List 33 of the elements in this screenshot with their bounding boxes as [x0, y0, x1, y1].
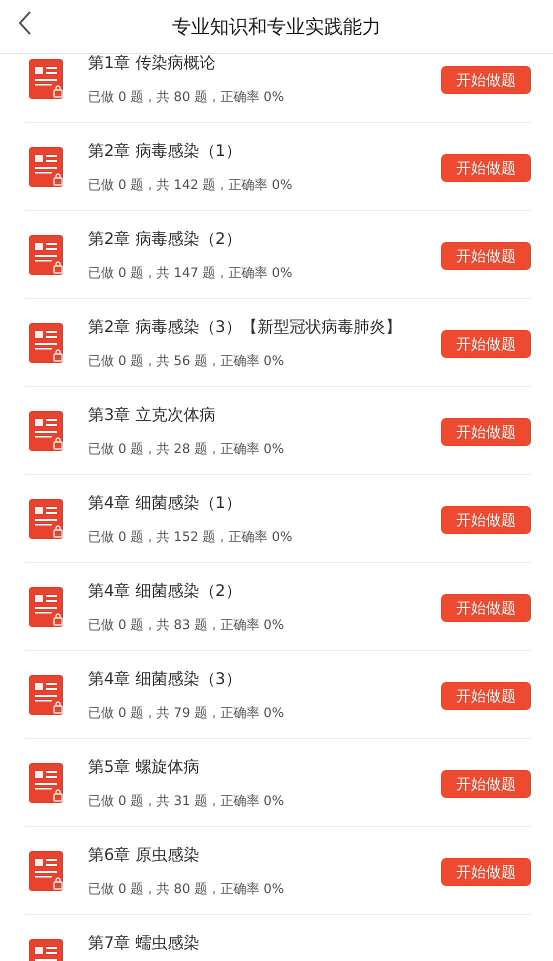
progress-text: 已做 0 题，共 80 题，正确率 0% [88, 90, 284, 106]
chapter-title: 第1章 传染病概论 [88, 54, 216, 72]
progress-text: 已做 0 题，共 56 题，正确率 0% [88, 354, 284, 370]
start-practice-button[interactable]: 开始做题 [441, 418, 531, 446]
start-practice-button[interactable]: 开始做题 [441, 242, 531, 270]
progress-text: 已做 0 题，共 83 题，正确率 0% [88, 618, 284, 634]
chapter-title: 第5章 螺旋体病 [88, 758, 200, 776]
chapter-title: 第4章 细菌感染（1） [88, 494, 242, 512]
chapter-title: 第7章 蠕虫感染 [88, 934, 200, 952]
start-practice-button[interactable]: 开始做题 [441, 66, 531, 94]
chapter-title: 第4章 细菌感染（3） [88, 670, 242, 688]
back-icon[interactable] [18, 10, 32, 36]
chapter-title: 第2章 病毒感染（1） [88, 142, 242, 160]
start-practice-button[interactable]: 开始做题 [441, 506, 531, 534]
progress-text: 已做 0 题，共 31 题，正确率 0% [88, 794, 284, 810]
progress-text: 已做 0 题，共 80 题，正确率 0% [88, 882, 284, 898]
start-practice-button[interactable]: 开始做题 [441, 154, 531, 182]
chapter-title: 第4章 细菌感染（2） [88, 582, 242, 600]
start-practice-button[interactable]: 开始做题 [441, 770, 531, 798]
chapter-title: 第6章 原虫感染 [88, 846, 200, 864]
start-practice-button[interactable]: 开始做题 [441, 682, 531, 710]
progress-text: 已做 0 题，共 152 题，正确率 0% [88, 530, 292, 546]
progress-text: 已做 0 题，共 28 题，正确率 0% [88, 442, 284, 458]
chapter-title: 第2章 病毒感染（2） [88, 230, 242, 248]
chapter-title: 第2章 病毒感染（3）【新型冠状病毒肺炎】 [88, 318, 402, 336]
start-practice-button[interactable]: 开始做题 [441, 858, 531, 886]
progress-text: 已做 0 题，共 79 题，正确率 0% [88, 706, 284, 722]
chapter-title: 第3章 立克次体病 [88, 406, 216, 424]
start-practice-button[interactable]: 开始做题 [441, 330, 531, 358]
page-title: 专业知识和专业实践能力 [172, 14, 381, 40]
progress-text: 已做 0 题，共 147 题，正确率 0% [88, 266, 292, 282]
start-practice-button[interactable]: 开始做题 [441, 594, 531, 622]
progress-text: 已做 0 题，共 142 题，正确率 0% [88, 178, 292, 194]
